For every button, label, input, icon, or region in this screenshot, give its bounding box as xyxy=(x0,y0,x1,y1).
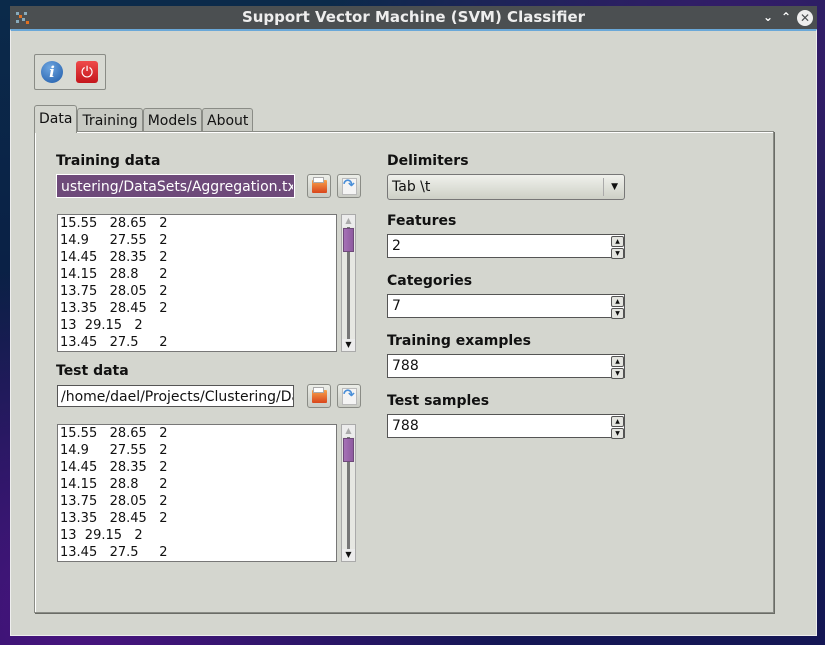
list-item: 13.75 28.05 2 xyxy=(60,494,168,509)
list-item: 14.45 28.35 2 xyxy=(60,250,168,265)
list-item: 13 29.15 2 xyxy=(60,318,143,333)
window-title: Support Vector Machine (SVM) Classifier xyxy=(241,8,586,26)
close-button[interactable]: ✕ xyxy=(797,9,813,26)
list-item: 13.35 28.45 2 xyxy=(60,511,168,526)
features-value: 2 xyxy=(392,238,401,254)
tab-bar: Data Training Models About xyxy=(34,105,254,133)
training-examples-label: Training examples xyxy=(387,333,531,349)
categories-spinbox[interactable]: 7 ▲ ▼ xyxy=(387,294,625,319)
test-data-label: Test data xyxy=(56,363,129,379)
test-data-list[interactable]: 15.55 28.65 2 14.9 27.55 2 14.45 28.35 2… xyxy=(57,424,337,562)
features-label: Features xyxy=(387,213,457,229)
test-open-file-button[interactable] xyxy=(307,384,331,408)
training-examples-spinbox[interactable]: 788 ▲ ▼ xyxy=(387,354,625,379)
test-reload-button[interactable] xyxy=(337,384,361,408)
power-button[interactable]: ⏻ xyxy=(76,61,98,83)
test-data-path-input[interactable]: /home/dael/Projects/Clustering/Da xyxy=(57,385,294,407)
tab-about[interactable]: About xyxy=(202,108,254,132)
delimiters-value: Tab \t xyxy=(392,179,431,195)
increment-icon[interactable]: ▲ xyxy=(611,356,624,367)
maximize-button[interactable]: ⌃ xyxy=(779,6,793,29)
delimiters-label: Delimiters xyxy=(387,153,469,169)
delimiters-select[interactable]: Tab \t ▼ xyxy=(387,174,625,200)
window-body: i ⏻ Data Training Models About Training … xyxy=(10,29,817,636)
folder-open-icon xyxy=(312,177,327,193)
training-examples-value: 788 xyxy=(392,358,419,374)
decrement-icon[interactable]: ▼ xyxy=(611,368,624,379)
data-tab-panel: Training data ustering/DataSets/Aggregat… xyxy=(34,131,774,613)
test-data-path-value: /home/dael/Projects/Clustering/Da xyxy=(61,389,294,405)
test-data-scrollbar[interactable]: ▲ ▼ xyxy=(341,424,356,562)
features-spinbox[interactable]: 2 ▲ ▼ xyxy=(387,234,625,259)
training-open-file-button[interactable] xyxy=(307,174,331,198)
scroll-thumb[interactable] xyxy=(343,438,354,462)
list-item: 13.45 27.5 2 xyxy=(60,545,168,560)
scroll-down-icon[interactable]: ▼ xyxy=(342,549,355,561)
test-samples-label: Test samples xyxy=(387,393,490,409)
title-bar[interactable]: Support Vector Machine (SVM) Classifier … xyxy=(10,6,817,29)
tab-data[interactable]: Data xyxy=(34,105,78,133)
decrement-icon[interactable]: ▼ xyxy=(611,308,624,319)
list-item: 13 29.15 2 xyxy=(60,528,143,543)
list-item: 13.45 27.5 2 xyxy=(60,335,168,350)
list-item: 14.9 27.55 2 xyxy=(60,233,168,248)
info-icon: i xyxy=(49,63,55,81)
categories-label: Categories xyxy=(387,273,473,289)
training-data-path-value: ustering/DataSets/Aggregation.txt xyxy=(61,179,293,195)
app-window: Support Vector Machine (SVM) Classifier … xyxy=(10,6,817,636)
chevron-down-icon: ▼ xyxy=(611,182,618,192)
app-icon xyxy=(16,12,29,24)
training-data-scrollbar[interactable]: ▲ ▼ xyxy=(341,214,356,352)
list-item: 14.15 28.8 2 xyxy=(60,477,168,492)
training-reload-button[interactable] xyxy=(337,174,361,198)
scroll-up-icon[interactable]: ▲ xyxy=(342,215,355,227)
decrement-icon[interactable]: ▼ xyxy=(611,248,624,259)
folder-open-icon xyxy=(312,387,327,403)
increment-icon[interactable]: ▲ xyxy=(611,236,624,247)
list-item: 13.35 28.45 2 xyxy=(60,301,168,316)
reload-icon xyxy=(342,387,357,405)
tab-models[interactable]: Models xyxy=(142,108,203,132)
training-data-path-input[interactable]: ustering/DataSets/Aggregation.txt xyxy=(56,174,295,198)
test-samples-spinbox[interactable]: 788 ▲ ▼ xyxy=(387,414,625,439)
tab-training[interactable]: Training xyxy=(77,108,143,132)
list-item: 15.55 28.65 2 xyxy=(60,216,168,231)
increment-icon[interactable]: ▲ xyxy=(611,416,624,427)
categories-value: 7 xyxy=(392,298,401,314)
list-item: 14.15 28.8 2 xyxy=(60,267,168,282)
increment-icon[interactable]: ▲ xyxy=(611,296,624,307)
info-button[interactable]: i xyxy=(41,61,63,83)
minimize-button[interactable]: ⌄ xyxy=(761,6,775,29)
decrement-icon[interactable]: ▼ xyxy=(611,428,624,439)
scroll-thumb[interactable] xyxy=(343,228,354,252)
training-data-label: Training data xyxy=(56,153,161,169)
test-samples-value: 788 xyxy=(392,418,419,434)
list-item: 13.75 28.05 2 xyxy=(60,284,168,299)
power-icon: ⏻ xyxy=(81,63,93,81)
reload-icon xyxy=(342,177,357,195)
list-item: 14.9 27.55 2 xyxy=(60,443,168,458)
scroll-down-icon[interactable]: ▼ xyxy=(342,339,355,351)
list-item: 15.55 28.65 2 xyxy=(60,426,168,441)
scroll-up-icon[interactable]: ▲ xyxy=(342,425,355,437)
list-item: 14.45 28.35 2 xyxy=(60,460,168,475)
training-data-list[interactable]: 15.55 28.65 2 14.9 27.55 2 14.45 28.35 2… xyxy=(57,214,337,352)
toolbar: i ⏻ xyxy=(34,54,106,90)
